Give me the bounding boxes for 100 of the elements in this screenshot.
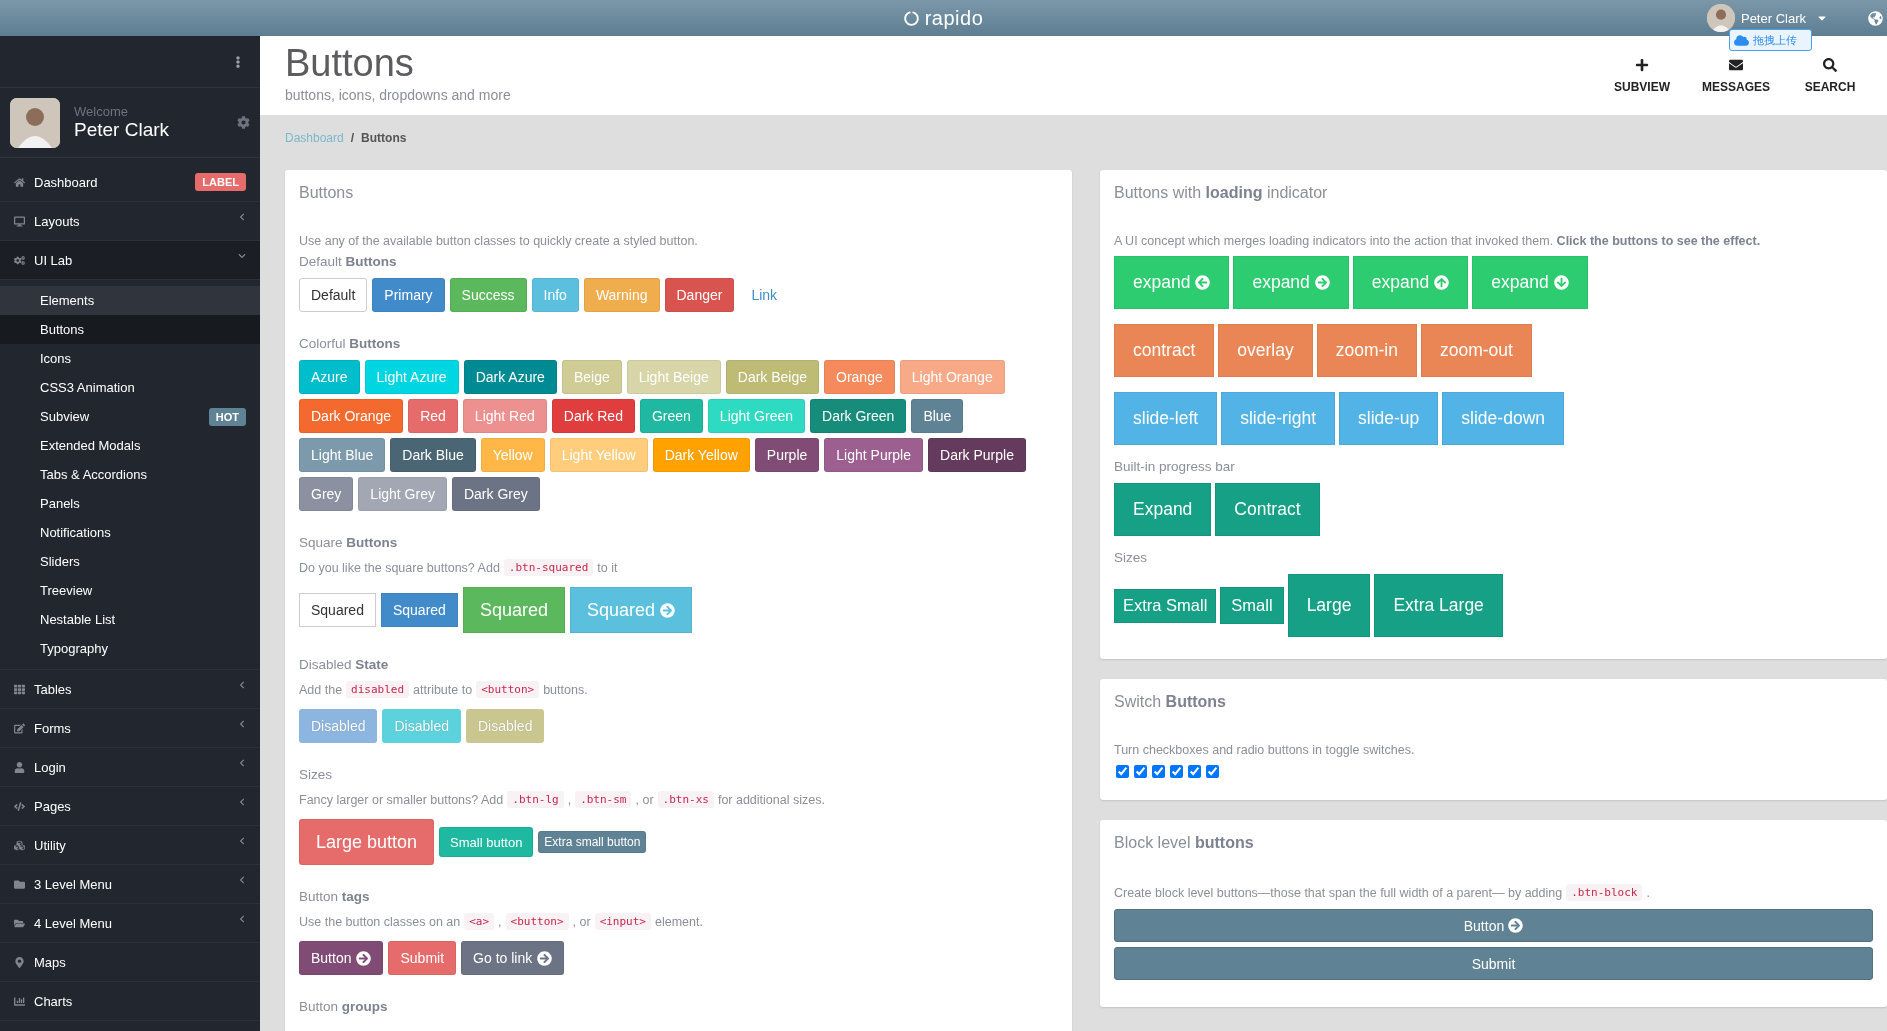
demo-button[interactable]: Extra Large [1374, 574, 1503, 637]
submenu-item[interactable]: Typography [0, 634, 260, 663]
demo-button[interactable]: Danger [664, 278, 735, 312]
demo-button[interactable]: Dark Blue [390, 438, 476, 472]
demo-button[interactable]: Primary [372, 278, 445, 312]
demo-button[interactable]: Dark Orange [299, 399, 404, 433]
avatar[interactable] [1706, 4, 1735, 32]
demo-button[interactable]: Large button [299, 819, 435, 865]
link[interactable]: Link [739, 278, 790, 312]
submenu-item[interactable]: Elements [0, 286, 260, 315]
checkbox[interactable] [1206, 765, 1219, 778]
demo-button[interactable]: Dark Purple [928, 438, 1026, 472]
demo-button[interactable]: Squared [462, 587, 565, 633]
demo-button[interactable]: Go to link [461, 941, 565, 975]
header-action[interactable]: SEARCH [1785, 57, 1875, 94]
demo-button[interactable]: overlay [1218, 324, 1313, 377]
upload-badge[interactable]: 拖拽上传 [1729, 29, 1812, 51]
submenu-item[interactable]: Notifications [0, 518, 260, 547]
submenu-item[interactable]: Sliders [0, 547, 260, 576]
demo-button[interactable]: Dark Grey [451, 477, 540, 511]
demo-button[interactable]: contract [1114, 324, 1215, 377]
demo-button[interactable]: Light Blue [299, 438, 386, 472]
submenu-item[interactable]: Nestable List [0, 605, 260, 634]
submenu-item[interactable]: Treeview [0, 576, 260, 605]
demo-button[interactable]: Orange [824, 360, 895, 394]
demo-button[interactable]: slide-left [1114, 392, 1218, 445]
sidebar-item[interactable]: Maps [0, 943, 260, 982]
demo-button[interactable]: Blue [911, 399, 964, 433]
demo-button[interactable]: Squared [569, 587, 692, 633]
demo-button[interactable]: Small [1220, 587, 1284, 624]
avatar [10, 97, 60, 148]
demo-button[interactable]: expand [1472, 256, 1588, 309]
header-action[interactable]: MESSAGES [1691, 57, 1781, 94]
submenu-item[interactable]: Panels [0, 489, 260, 518]
demo-button[interactable]: expand [1352, 256, 1469, 309]
demo-button[interactable]: Squared [380, 593, 458, 627]
sidebar-item[interactable]: Forms [0, 709, 260, 748]
demo-button[interactable]: Light Orange [899, 360, 1005, 394]
demo-button[interactable]: Success [449, 278, 527, 312]
submenu-item[interactable]: Icons [0, 344, 260, 373]
demo-button[interactable]: Default [299, 278, 368, 312]
demo-button[interactable]: expand [1233, 256, 1349, 309]
checkbox[interactable] [1170, 765, 1183, 778]
sidebar-item[interactable]: Charts [0, 982, 260, 1021]
demo-button[interactable]: Light Purple [824, 438, 923, 472]
breadcrumb-link[interactable]: Buttons [361, 130, 407, 145]
submenu-item[interactable]: Extended Modals [0, 431, 260, 460]
demo-button[interactable]: Dark Green [810, 399, 907, 433]
sidebar-item[interactable]: Dashboard LABEL [0, 163, 260, 202]
header-action[interactable]: SUBVIEW [1597, 57, 1687, 94]
demo-button[interactable]: Contract [1215, 483, 1320, 536]
demo-button[interactable]: Small button [439, 827, 534, 857]
settings-icon[interactable] [237, 116, 250, 129]
demo-button[interactable]: Grey [299, 477, 354, 511]
sidebar-item[interactable]: Login [0, 748, 260, 787]
submenu-item[interactable]: Subview HOT [0, 402, 260, 431]
demo-button[interactable]: Azure [299, 360, 360, 394]
demo-button[interactable]: Light Grey [358, 477, 447, 511]
demo-button[interactable]: Purple [754, 438, 820, 472]
demo-button[interactable]: slide-right [1221, 392, 1336, 445]
demo-button[interactable]: Info [531, 278, 579, 312]
sidebar-item[interactable]: 4 Level Menu [0, 904, 260, 943]
submenu-item[interactable]: CSS3 Animation [0, 373, 260, 402]
demo-button[interactable]: Submit [388, 941, 457, 975]
sidebar-item[interactable]: Pages [0, 787, 260, 826]
globe-icon[interactable] [1868, 10, 1883, 26]
checkbox[interactable] [1134, 765, 1147, 778]
demo-button[interactable]: Expand [1114, 483, 1212, 536]
demo-button[interactable]: Button [299, 941, 384, 975]
demo-button[interactable]: Large [1287, 574, 1371, 637]
demo-button[interactable]: expand [1114, 256, 1230, 309]
section-heading: Colorful Buttons [299, 336, 402, 351]
sidebar-item[interactable]: Tables [0, 670, 260, 709]
demo-button[interactable]: Light Red [462, 399, 547, 433]
demo-button[interactable]: Dark Azure [463, 360, 557, 394]
logo-icon [903, 10, 919, 26]
submenu-item[interactable]: Buttons [0, 315, 260, 344]
sidebar-item[interactable]: Utility [0, 826, 260, 865]
block-button[interactable]: Button [1114, 909, 1873, 942]
demo-button[interactable]: Dark Beige [725, 360, 820, 394]
demo-button[interactable]: Dark Red [551, 399, 635, 433]
block-button[interactable]: Submit [1114, 947, 1873, 980]
demo-button[interactable]: Green [639, 399, 703, 433]
checkbox[interactable] [1152, 765, 1165, 778]
sidebar-item[interactable]: UI Lab [0, 241, 260, 280]
sidebar-item[interactable]: 3 Level Menu [0, 865, 260, 904]
demo-button[interactable]: Red [408, 399, 458, 433]
demo-button[interactable]: Squared [299, 593, 376, 627]
demo-button[interactable]: slide-up [1339, 392, 1439, 445]
user-name[interactable]: Peter Clark [1740, 10, 1806, 26]
submenu-item[interactable]: Tabs & Accordions [0, 460, 260, 489]
demo-button[interactable]: Extra small button [538, 831, 647, 853]
demo-button[interactable]: Dark Yellow [652, 438, 750, 472]
checkbox[interactable] [1188, 765, 1201, 778]
demo-button[interactable]: slide-down [1442, 392, 1564, 445]
demo-button[interactable]: zoom-out [1420, 324, 1532, 377]
demo-button[interactable]: zoom-in [1316, 324, 1417, 377]
demo-button[interactable]: Warning [583, 278, 660, 312]
checkbox[interactable] [1116, 765, 1129, 778]
demo-button[interactable]: Extra Small [1114, 588, 1217, 623]
